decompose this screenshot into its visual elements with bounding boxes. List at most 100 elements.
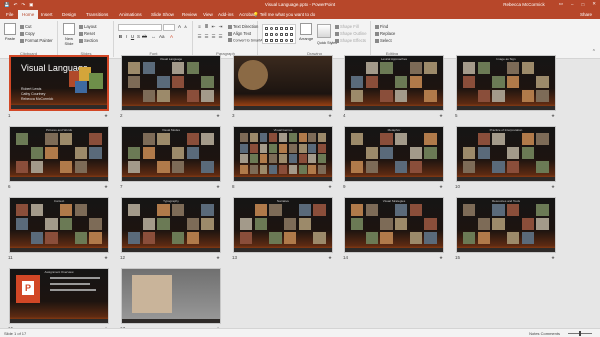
find-button[interactable]: Find: [375, 24, 388, 29]
slide-images: [463, 62, 549, 103]
increase-indent-icon[interactable]: ⇥: [218, 24, 223, 30]
slide-number: 5: [455, 113, 458, 118]
numbering-icon[interactable]: ≣: [204, 24, 209, 30]
bold-icon[interactable]: B: [118, 34, 123, 39]
arrange-button[interactable]: Arrange: [299, 23, 313, 41]
new-slide-button[interactable]: New Slide: [62, 23, 76, 46]
slide-thumbnail[interactable]: Visual Modes: [121, 126, 221, 182]
slide-thumbnail[interactable]: [121, 268, 221, 324]
shadow-icon[interactable]: S: [136, 34, 141, 39]
tab-animations[interactable]: Animations: [115, 10, 146, 19]
title-slide-author: Robert Lewis: [21, 87, 42, 91]
slide-portrait: [132, 275, 190, 315]
maximize-icon[interactable]: □: [582, 2, 585, 7]
slide-footer-bar: [457, 248, 555, 252]
slide-thumbnail[interactable]: Lexical Approaches: [344, 55, 444, 111]
signed-in-user[interactable]: Rebecca McCormick: [503, 2, 545, 7]
slide-thumbnail[interactable]: Visual Genres: [233, 126, 333, 182]
slide-number: 15: [455, 255, 461, 260]
notes-comments-buttons[interactable]: Notes Comments: [529, 331, 560, 336]
share-button[interactable]: Share: [580, 10, 592, 19]
copy-button[interactable]: Copy: [20, 31, 35, 36]
zoom-slider-thumb[interactable]: [579, 331, 581, 336]
paste-button[interactable]: Paste: [3, 23, 17, 41]
slide-thumbnail[interactable]: Typography: [121, 197, 221, 253]
shape-outline-button[interactable]: Shape Outline: [335, 31, 367, 36]
zoom-slider[interactable]: [568, 331, 592, 336]
italic-icon[interactable]: I: [124, 34, 129, 39]
tab-file[interactable]: File: [2, 10, 17, 19]
slide-footer-bar: [345, 106, 443, 110]
slide-thumbnail[interactable]: Pictures and Words: [9, 126, 109, 182]
slide-thumbnail[interactable]: Image as Sign: [456, 55, 556, 111]
align-center-icon[interactable]: ☰: [204, 34, 209, 40]
collapse-ribbon-icon[interactable]: ⌃: [592, 49, 596, 55]
cut-icon: [20, 24, 24, 29]
transition-star-icon: ★: [328, 184, 333, 189]
tab-insert[interactable]: Insert: [37, 10, 57, 19]
slide-thumbnail[interactable]: Practice of Interpretation: [456, 126, 556, 182]
ribbon-display-icon[interactable]: ▭: [559, 1, 563, 7]
slide-thumbnail[interactable]: [233, 55, 333, 111]
decrease-indent-icon[interactable]: ⇤: [211, 24, 216, 30]
font-color-icon[interactable]: A: [169, 34, 174, 39]
slide-thumbnail[interactable]: P Assignment Overview: [9, 268, 109, 324]
slide-thumbnail[interactable]: Metaphor: [344, 126, 444, 182]
tab-slide-show[interactable]: Slide Show: [147, 10, 178, 19]
slide-images: [16, 204, 102, 245]
slide-footer-bar: [10, 177, 108, 181]
minimize-icon[interactable]: –: [571, 2, 574, 7]
slide-thumbnail[interactable]: Visual Strategies: [344, 197, 444, 253]
cut-button[interactable]: Cut: [20, 24, 32, 29]
align-left-icon[interactable]: ☰: [197, 34, 202, 40]
transition-star-icon: ★: [328, 113, 333, 118]
slide-thumbnail[interactable]: Resources and Tools: [456, 197, 556, 253]
shape-effects-button[interactable]: Shape Effects: [335, 38, 366, 43]
change-case-icon[interactable]: Aa: [159, 34, 165, 39]
text-direction-icon: [228, 24, 232, 29]
slide-thumbnail[interactable]: Context: [9, 197, 109, 253]
slide-thumbnail[interactable]: Visual Language Robert Lewis Cathy Courtne…: [9, 55, 109, 111]
ribbon-home: Paste Cut Copy Format Painter Clipboard …: [0, 19, 600, 59]
char-spacing-icon[interactable]: ↔: [151, 34, 156, 39]
tab-transitions[interactable]: Transitions: [82, 10, 112, 19]
tab-design[interactable]: Design: [58, 10, 80, 19]
layout-button[interactable]: Layout: [79, 24, 97, 29]
clipboard-group: Paste Cut Copy Format Painter Clipboard: [0, 21, 58, 57]
select-button[interactable]: Select: [375, 38, 392, 43]
quick-styles-button[interactable]: [317, 24, 331, 38]
slide-title: Typography: [163, 199, 179, 203]
bullets-icon[interactable]: ≡: [197, 24, 202, 29]
tab-review[interactable]: Review: [178, 10, 201, 19]
close-icon[interactable]: ✕: [592, 1, 596, 7]
transition-star-icon: ★: [439, 113, 444, 118]
shape-fill-button[interactable]: Shape Fill: [335, 24, 359, 29]
text-direction-button[interactable]: Text Direction: [228, 24, 258, 29]
shrink-font-icon[interactable]: A: [183, 25, 188, 29]
quick-styles-label: Quick Styles: [317, 41, 337, 45]
replace-button[interactable]: Replace: [375, 31, 395, 36]
drawing-group: Arrange Quick Styles Shape Fill Shape Ou…: [259, 21, 371, 57]
format-painter-button[interactable]: Format Painter: [20, 38, 53, 43]
section-button[interactable]: Section: [79, 38, 98, 43]
tell-me-search[interactable]: 💡 Tell me what you want to do: [253, 10, 315, 19]
new-slide-icon: [63, 23, 75, 35]
underline-icon[interactable]: U: [130, 34, 135, 39]
font-name-field[interactable]: [118, 24, 162, 31]
slide-number: 8: [232, 184, 235, 189]
reset-button[interactable]: Reset: [79, 31, 95, 36]
tab-home[interactable]: Home: [18, 10, 39, 19]
justify-icon[interactable]: ☰: [218, 34, 223, 40]
shapes-gallery[interactable]: [262, 24, 296, 44]
slide-thumbnail[interactable]: Narrative: [233, 197, 333, 253]
align-text-button[interactable]: Align Text: [228, 31, 251, 36]
slide-images: [351, 204, 437, 245]
grow-font-icon[interactable]: A: [177, 24, 182, 29]
slide-images: [351, 62, 437, 103]
align-right-icon[interactable]: ☰: [211, 34, 216, 40]
strikethrough-icon[interactable]: ab: [142, 34, 147, 39]
font-size-field[interactable]: [163, 24, 175, 31]
slide-footer-bar: [11, 105, 107, 109]
slide-thumbnail[interactable]: Visual Language: [121, 55, 221, 111]
transition-star-icon: ★: [551, 113, 556, 118]
